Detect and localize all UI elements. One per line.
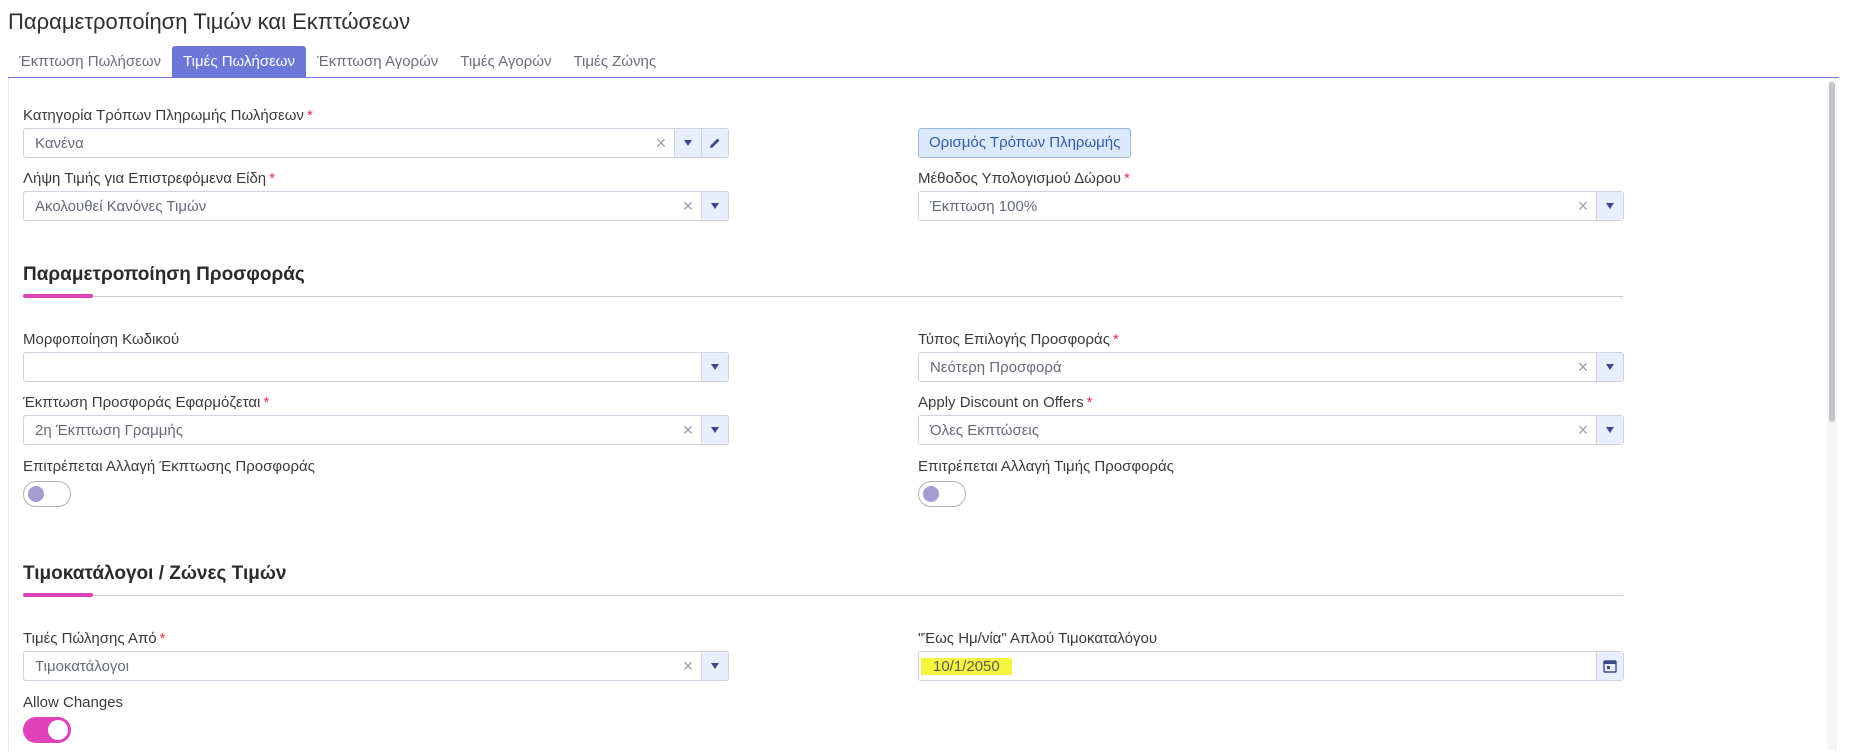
code-format-select[interactable]	[23, 352, 729, 382]
payment-category-value: Κανένα	[35, 134, 84, 152]
payment-category-label: Κατηγορία Τρόπων Πληρωμής Πωλήσεων *	[23, 107, 313, 124]
close-icon[interactable]: ×	[1570, 420, 1596, 441]
pencil-icon[interactable]	[701, 129, 728, 157]
until-date-value: 10/1/2050	[921, 657, 1012, 675]
offer-discount-applied-select[interactable]: 2η Έκπτωση Γραμμής ×	[23, 415, 729, 445]
chevron-down-icon[interactable]	[701, 416, 728, 444]
offer-section-title: Παραμετροποίηση Προσφοράς	[23, 264, 305, 285]
tab-sales-prices[interactable]: Τιμές Πωλήσεων	[172, 46, 306, 78]
until-date-label: "Έως Ημ/νία" Απλού Τιμοκαταλόγου	[918, 630, 1158, 647]
define-payment-methods-button[interactable]: Ορισμός Τρόπων Πληρωμής	[918, 128, 1132, 158]
close-icon[interactable]: ×	[675, 420, 701, 441]
allow-change-offer-price-toggle[interactable]	[918, 481, 966, 507]
tab-bar: Έκπτωση Πωλήσεων Τιμές Πωλήσεων Έκπτωση …	[8, 46, 667, 78]
offer-discount-applied-label: Έκπτωση Προσφοράς Εφαρμόζεται *	[23, 394, 270, 411]
tab-purchase-prices[interactable]: Τιμές Αγορών	[449, 46, 562, 78]
returned-items-price-label: Λήψη Τιμής για Επιστρεφόμενα Είδη *	[23, 170, 275, 187]
chevron-down-icon[interactable]	[1596, 416, 1623, 444]
offer-selection-type-label: Τύπος Επιλογής Προσφοράς *	[918, 331, 1119, 348]
pricelist-section-title: Τιμοκατάλογοι / Ζώνες Τιμών	[23, 563, 287, 584]
section-accent	[23, 593, 93, 597]
chevron-down-icon[interactable]	[701, 353, 728, 381]
chevron-down-icon[interactable]	[674, 129, 701, 157]
payment-category-select[interactable]: Κανένα ×	[23, 128, 729, 158]
page-title: Παραμετροποίηση Τιμών και Εκπτώσεων	[8, 9, 411, 34]
chevron-down-icon[interactable]	[1596, 353, 1623, 381]
chevron-down-icon[interactable]	[701, 652, 728, 680]
code-format-label: Μορφοποίηση Κωδικού	[23, 331, 180, 348]
apply-discount-on-offers-label: Apply Discount on Offers *	[918, 394, 1093, 411]
apply-discount-on-offers-value: Όλες Εκπτώσεις	[930, 421, 1039, 439]
tab-sales-discount[interactable]: Έκπτωση Πωλήσεων	[8, 46, 172, 78]
allow-changes-toggle[interactable]	[23, 717, 71, 743]
allow-change-offer-discount-label: Επιτρέπεται Αλλαγή Έκπτωσης Προσφοράς	[23, 458, 315, 475]
offer-selection-type-select[interactable]: Νεότερη Προσφορά ×	[918, 352, 1624, 382]
until-date-input[interactable]: 10/1/2050	[918, 651, 1624, 681]
apply-discount-on-offers-select[interactable]: Όλες Εκπτώσεις ×	[918, 415, 1624, 445]
section-divider	[23, 595, 1623, 596]
close-icon[interactable]: ×	[1570, 357, 1596, 378]
gift-calc-method-value: Έκπτωση 100%	[930, 197, 1038, 215]
allow-changes-label: Allow Changes	[23, 694, 124, 711]
close-icon[interactable]: ×	[675, 196, 701, 217]
returned-items-price-select[interactable]: Ακολουθεί Κανόνες Τιμών ×	[23, 191, 729, 221]
gift-calc-method-select[interactable]: Έκπτωση 100% ×	[918, 191, 1624, 221]
chevron-down-icon[interactable]	[701, 192, 728, 220]
scrollbar[interactable]	[1827, 82, 1837, 750]
allow-change-offer-price-label: Επιτρέπεται Αλλαγή Τιμής Προσφοράς	[918, 458, 1174, 475]
offer-selection-type-value: Νεότερη Προσφορά	[930, 358, 1062, 376]
sale-prices-from-select[interactable]: Τιμοκατάλογοι ×	[23, 651, 729, 681]
allow-change-offer-discount-toggle[interactable]	[23, 481, 71, 507]
section-accent	[23, 294, 93, 298]
sale-prices-from-value: Τιμοκατάλογοι	[35, 657, 130, 675]
calendar-icon[interactable]	[1596, 652, 1623, 680]
returned-items-price-value: Ακολουθεί Κανόνες Τιμών	[35, 197, 207, 215]
close-icon[interactable]: ×	[675, 656, 701, 677]
scrollbar-thumb[interactable]	[1829, 82, 1835, 422]
gift-calc-method-label: Μέθοδος Υπολογισμού Δώρου *	[918, 170, 1130, 187]
close-icon[interactable]: ×	[648, 133, 674, 154]
offer-discount-applied-value: 2η Έκπτωση Γραμμής	[35, 421, 183, 439]
tab-purchase-discount[interactable]: Έκπτωση Αγορών	[306, 46, 449, 78]
chevron-down-icon[interactable]	[1596, 192, 1623, 220]
tab-zone-prices[interactable]: Τιμές Ζώνης	[562, 46, 667, 78]
section-divider	[23, 296, 1623, 297]
close-icon[interactable]: ×	[1570, 196, 1596, 217]
sale-prices-from-label: Τιμές Πώλησης Από *	[23, 630, 166, 647]
